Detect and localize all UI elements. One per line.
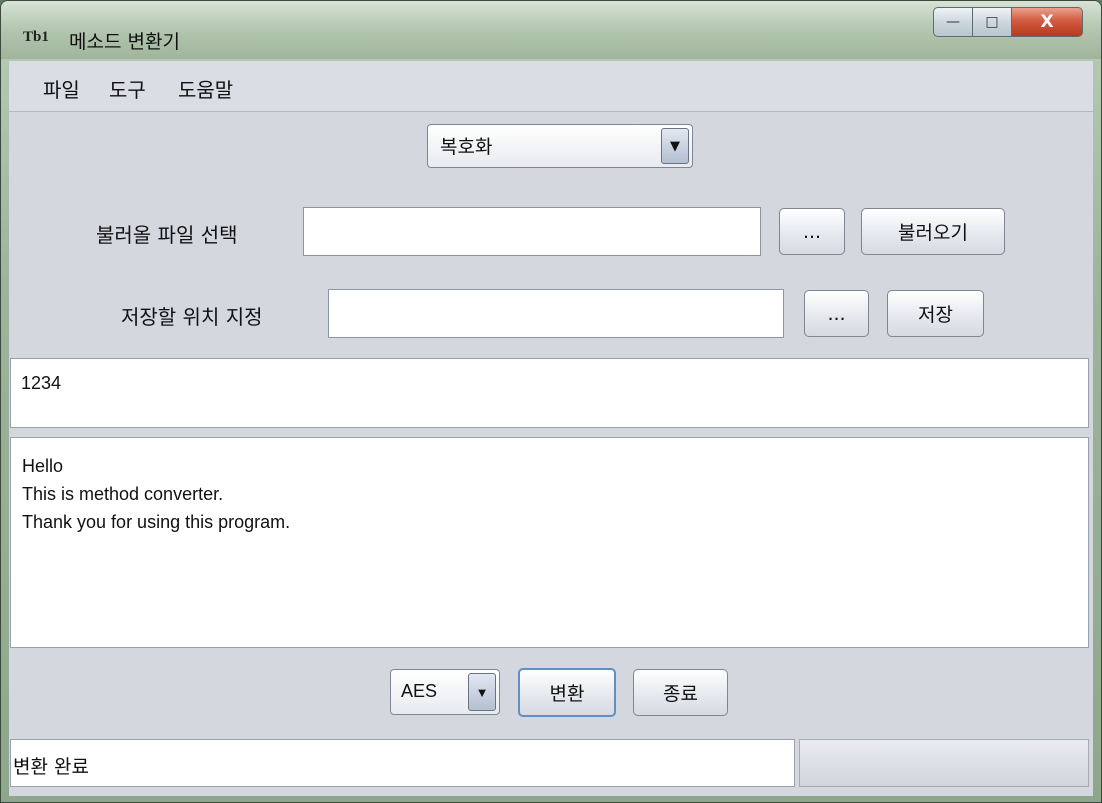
status-bar: 변환 완료 (10, 739, 795, 787)
convert-button[interactable]: 변환 (518, 668, 616, 717)
close-icon: X (1040, 12, 1054, 32)
algorithm-select[interactable]: AES ▼ (390, 669, 500, 715)
window-controls: — □ X (933, 7, 1083, 37)
password-value: 1234 (21, 373, 62, 393)
minimize-icon: — (946, 14, 960, 30)
algorithm-select-value: AES (401, 681, 438, 701)
save-browse-button[interactable]: ... (804, 290, 869, 337)
menu-bar: 파일 도구 도움말 (9, 61, 1093, 112)
progress-bar (799, 739, 1089, 787)
load-path-input[interactable] (303, 207, 761, 256)
load-button[interactable]: 불러오기 (861, 208, 1005, 255)
password-field[interactable]: 1234 (10, 358, 1089, 428)
save-path-input[interactable] (328, 289, 784, 338)
close-button[interactable]: X (1011, 7, 1083, 37)
window-title: 메소드 변환기 (69, 31, 180, 53)
save-location-label: 저장할 위치 지정 (121, 305, 263, 329)
menu-tools[interactable]: 도구 (109, 74, 146, 103)
message-line: Hello (22, 456, 64, 476)
status-text: 변환 완료 (13, 756, 89, 778)
maximize-button[interactable]: □ (973, 7, 1011, 37)
chevron-down-icon: ▼ (661, 128, 689, 164)
load-file-label: 불러올 파일 선택 (96, 223, 238, 247)
app-icon: Tb1 (23, 29, 49, 45)
mode-select-value: 복호화 (440, 136, 493, 158)
menu-file[interactable]: 파일 (43, 74, 80, 103)
message-line: Thank you for using this program. (22, 512, 291, 532)
message-textarea[interactable]: Hello This is method converter. Thank yo… (10, 437, 1089, 648)
mode-select[interactable]: 복호화 ▼ (427, 124, 693, 168)
menu-help[interactable]: 도움말 (178, 74, 233, 103)
exit-button[interactable]: 종료 (633, 669, 728, 716)
message-line: This is method converter. (22, 484, 224, 504)
minimize-button[interactable]: — (933, 7, 973, 37)
load-browse-button[interactable]: ... (779, 208, 845, 255)
main-panel: 복호화 ▼ 불러올 파일 선택 ... 불러오기 저장할 위치 지정 ... 저… (9, 112, 1093, 796)
maximize-icon: □ (985, 14, 999, 30)
title-bar[interactable]: Tb1 메소드 변환기 — □ X (1, 1, 1101, 59)
app-window: Tb1 메소드 변환기 — □ X 파일 도구 도움말 복호화 ▼ 불러올 파일… (0, 0, 1102, 803)
save-button[interactable]: 저장 (887, 290, 984, 337)
chevron-down-icon: ▼ (468, 673, 496, 711)
